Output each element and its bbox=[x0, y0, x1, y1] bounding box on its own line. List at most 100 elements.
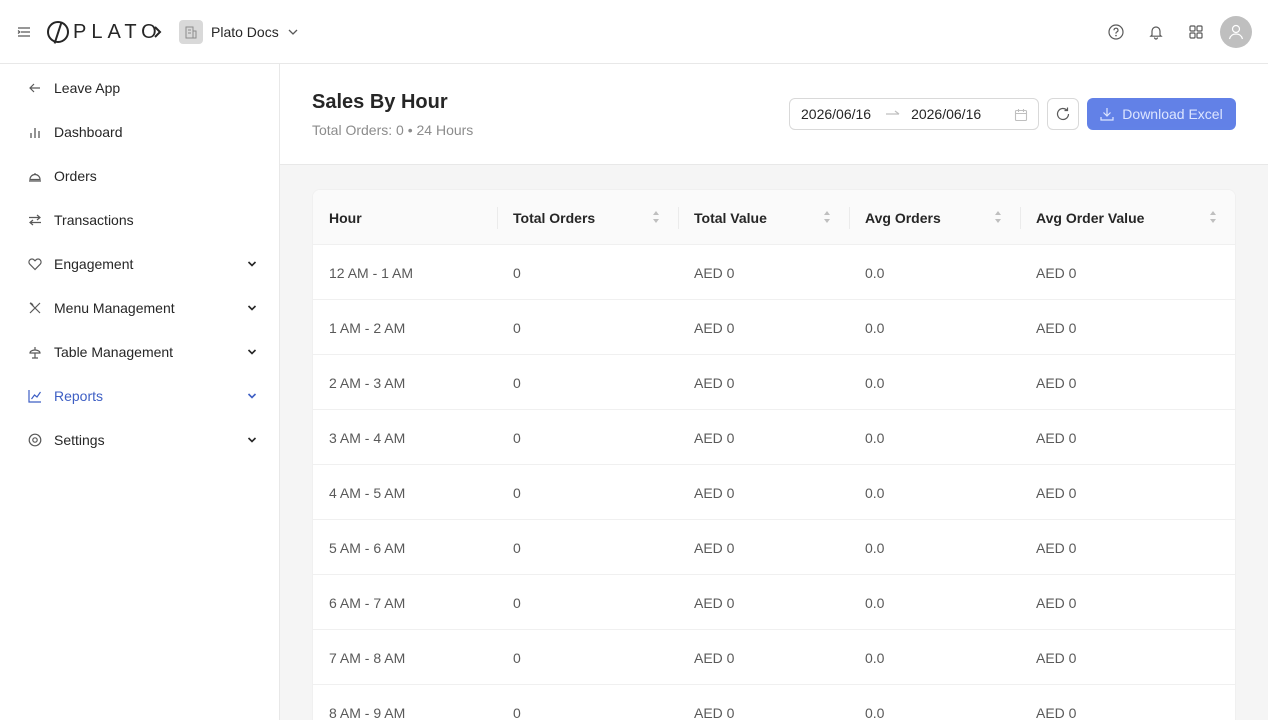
sidebar-item-orders[interactable]: Orders bbox=[0, 156, 279, 196]
download-excel-button[interactable]: Download Excel bbox=[1087, 98, 1236, 130]
table-row[interactable]: 3 AM - 4 AM 0 AED 0 0.0 AED 0 bbox=[313, 410, 1235, 465]
column-divider bbox=[1020, 207, 1021, 229]
user-icon bbox=[1228, 24, 1244, 40]
cell-hour: 5 AM - 6 AM bbox=[329, 539, 406, 556]
sidebar-item-label: Menu Management bbox=[54, 300, 175, 316]
chevron-down-icon bbox=[247, 437, 257, 443]
question-circle-icon bbox=[1108, 24, 1124, 40]
cell-hour: 1 AM - 2 AM bbox=[329, 319, 406, 336]
sort-icon[interactable] bbox=[994, 210, 1002, 224]
notifications-button[interactable] bbox=[1136, 16, 1176, 48]
cell-avg-orders: 0.0 bbox=[865, 704, 885, 720]
sidebar-item-leave-app[interactable]: Leave App bbox=[0, 68, 279, 108]
cell-total-value: AED 0 bbox=[694, 374, 735, 391]
cell-avg-orders: 0.0 bbox=[865, 484, 885, 501]
cell-hour: 2 AM - 3 AM bbox=[329, 374, 406, 391]
cell-total-value: AED 0 bbox=[694, 319, 735, 336]
utensils-icon bbox=[28, 301, 42, 315]
column-header-total-orders[interactable]: Total Orders bbox=[513, 190, 595, 245]
cell-total-orders: 0 bbox=[513, 374, 521, 391]
table-row[interactable]: 6 AM - 7 AM 0 AED 0 0.0 AED 0 bbox=[313, 575, 1235, 630]
table-row[interactable]: 7 AM - 8 AM 0 AED 0 0.0 AED 0 bbox=[313, 630, 1235, 685]
apps-grid-icon bbox=[1189, 25, 1203, 39]
cell-avg-orders: 0.0 bbox=[865, 649, 885, 666]
page-title: Sales By Hour bbox=[312, 91, 448, 113]
building-icon bbox=[179, 20, 203, 44]
cell-total-value: AED 0 bbox=[694, 539, 735, 556]
column-header-total-value[interactable]: Total Value bbox=[694, 190, 767, 245]
sidebar-item-table-management[interactable]: Table Management bbox=[0, 332, 279, 372]
menu-fold-icon[interactable] bbox=[16, 24, 32, 40]
apps-button[interactable] bbox=[1176, 16, 1216, 48]
swap-icon bbox=[28, 213, 42, 227]
download-excel-label: Download Excel bbox=[1122, 106, 1223, 122]
cell-avg-order-value: AED 0 bbox=[1036, 319, 1077, 336]
sidebar-item-label: Engagement bbox=[54, 256, 134, 272]
sort-icon[interactable] bbox=[823, 210, 831, 224]
table-icon bbox=[28, 345, 42, 359]
cell-hour: 12 AM - 1 AM bbox=[329, 264, 414, 281]
cell-total-value: AED 0 bbox=[694, 484, 735, 501]
top-header: PLATO Plato Docs bbox=[0, 0, 1268, 64]
table-row[interactable]: 2 AM - 3 AM 0 AED 0 0.0 AED 0 bbox=[313, 355, 1235, 410]
cell-hour: 3 AM - 4 AM bbox=[329, 429, 406, 446]
table-row[interactable]: 12 AM - 1 AM 0 AED 0 0.0 AED 0 bbox=[313, 245, 1235, 300]
org-switcher[interactable]: Plato Docs bbox=[179, 20, 299, 44]
column-divider bbox=[497, 207, 498, 229]
sidebar-item-reports[interactable]: Reports bbox=[0, 376, 279, 416]
cell-avg-order-value: AED 0 bbox=[1036, 429, 1077, 446]
arrow-left-icon bbox=[28, 81, 42, 95]
table-row[interactable]: 8 AM - 9 AM 0 AED 0 0.0 AED 0 bbox=[313, 685, 1235, 720]
table-row[interactable]: 1 AM - 2 AM 0 AED 0 0.0 AED 0 bbox=[313, 300, 1235, 355]
column-header-hour[interactable]: Hour bbox=[329, 190, 362, 245]
cell-avg-order-value: AED 0 bbox=[1036, 484, 1077, 501]
cell-avg-orders: 0.0 bbox=[865, 594, 885, 611]
cell-total-value: AED 0 bbox=[694, 264, 735, 281]
date-range-picker[interactable]: 2026/06/16 2026/06/16 bbox=[789, 98, 1039, 130]
sidebar-item-label: Reports bbox=[54, 388, 104, 404]
cell-hour: 7 AM - 8 AM bbox=[329, 649, 406, 666]
cell-total-value: AED 0 bbox=[694, 649, 735, 666]
cell-total-value: AED 0 bbox=[694, 704, 735, 720]
gear-icon bbox=[28, 433, 42, 447]
line-chart-icon bbox=[28, 389, 42, 403]
cell-total-value: AED 0 bbox=[694, 429, 735, 446]
cell-hour: 4 AM - 5 AM bbox=[329, 484, 406, 501]
cell-avg-orders: 0.0 bbox=[865, 319, 885, 336]
bar-chart-icon bbox=[28, 125, 42, 139]
cell-avg-order-value: AED 0 bbox=[1036, 264, 1077, 281]
column-divider bbox=[678, 207, 679, 229]
avatar[interactable] bbox=[1220, 16, 1252, 48]
sidebar-item-engagement[interactable]: Engagement bbox=[0, 244, 279, 284]
table-header: Hour Total Orders Total Value Avg Orders… bbox=[313, 190, 1235, 245]
cell-total-orders: 0 bbox=[513, 264, 521, 281]
cell-total-orders: 0 bbox=[513, 649, 521, 666]
cell-total-orders: 0 bbox=[513, 594, 521, 611]
table-row[interactable]: 5 AM - 6 AM 0 AED 0 0.0 AED 0 bbox=[313, 520, 1235, 575]
column-header-avg-order-value[interactable]: Avg Order Value bbox=[1036, 190, 1144, 245]
chevron-down-icon bbox=[247, 261, 257, 267]
sidebar-item-dashboard[interactable]: Dashboard bbox=[0, 112, 279, 152]
sort-icon[interactable] bbox=[1209, 210, 1217, 224]
end-date-input[interactable]: 2026/06/16 bbox=[911, 106, 981, 122]
help-button[interactable] bbox=[1096, 16, 1136, 48]
cell-total-value: AED 0 bbox=[694, 594, 735, 611]
plato-logo[interactable]: PLATO bbox=[47, 21, 162, 43]
sidebar-item-label: Dashboard bbox=[54, 124, 123, 140]
sidebar-item-settings[interactable]: Settings bbox=[0, 420, 279, 460]
start-date-input[interactable]: 2026/06/16 bbox=[801, 106, 871, 122]
cell-hour: 8 AM - 9 AM bbox=[329, 704, 406, 720]
cell-avg-order-value: AED 0 bbox=[1036, 539, 1077, 556]
sidebar-item-label: Leave App bbox=[54, 80, 121, 96]
cell-avg-order-value: AED 0 bbox=[1036, 704, 1077, 720]
sort-icon[interactable] bbox=[652, 210, 660, 224]
refresh-button[interactable] bbox=[1047, 98, 1079, 130]
chevron-right-icon bbox=[154, 26, 162, 38]
table-row[interactable]: 4 AM - 5 AM 0 AED 0 0.0 AED 0 bbox=[313, 465, 1235, 520]
cell-avg-orders: 0.0 bbox=[865, 374, 885, 391]
sidebar-item-label: Table Management bbox=[54, 344, 174, 360]
sidebar-item-transactions[interactable]: Transactions bbox=[0, 200, 279, 240]
sidebar-item-label: Orders bbox=[54, 168, 97, 184]
column-header-avg-orders[interactable]: Avg Orders bbox=[865, 190, 941, 245]
sidebar-item-menu-management[interactable]: Menu Management bbox=[0, 288, 279, 328]
